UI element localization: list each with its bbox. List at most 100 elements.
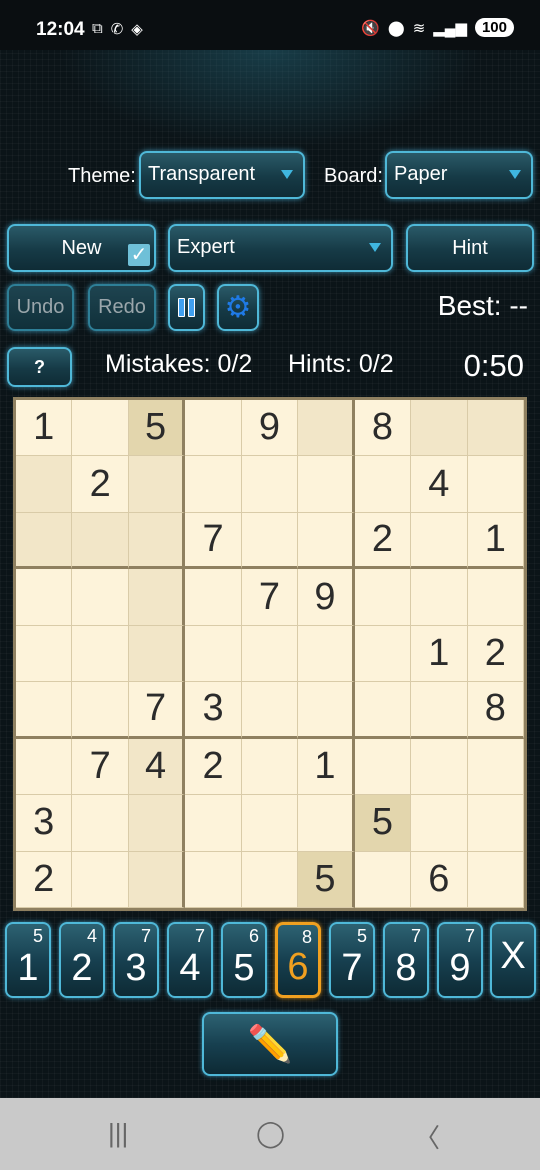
home-icon[interactable]: ◯ <box>256 1118 285 1149</box>
redo-button[interactable]: Redo <box>88 284 156 331</box>
sudoku-cell[interactable] <box>128 456 186 513</box>
sudoku-cell[interactable] <box>16 682 73 739</box>
sudoku-cell[interactable] <box>128 851 186 908</box>
pencil-mode-button[interactable]: ✏️ <box>202 1012 338 1076</box>
help-button[interactable]: ? <box>7 347 72 387</box>
sudoku-cell[interactable]: 1 <box>16 400 73 457</box>
sudoku-cell[interactable] <box>298 625 355 683</box>
sudoku-cell[interactable] <box>185 569 242 626</box>
sudoku-cell[interactable] <box>185 795 242 852</box>
sudoku-cell[interactable] <box>241 851 299 908</box>
sudoku-cell[interactable]: 2 <box>72 456 129 513</box>
sudoku-cell[interactable]: 1 <box>467 512 524 570</box>
settings-button[interactable]: ⚙ <box>217 284 259 331</box>
sudoku-cell[interactable] <box>16 569 73 626</box>
sudoku-cell[interactable] <box>72 795 129 852</box>
sudoku-cell[interactable]: 9 <box>241 400 299 457</box>
sudoku-cell[interactable] <box>16 625 73 683</box>
sudoku-cell[interactable] <box>467 456 524 513</box>
sudoku-cell[interactable] <box>411 682 468 739</box>
sudoku-cell[interactable] <box>298 795 355 852</box>
sudoku-cell[interactable] <box>72 625 129 683</box>
sudoku-cell[interactable] <box>411 569 468 626</box>
sudoku-cell[interactable]: 2 <box>185 738 242 796</box>
sudoku-cell[interactable]: 3 <box>185 682 242 739</box>
sudoku-cell[interactable]: 5 <box>354 795 412 852</box>
hint-button[interactable]: Hint <box>406 224 534 272</box>
recent-apps-icon[interactable]: ||| <box>108 1118 128 1149</box>
sudoku-cell[interactable]: 8 <box>354 400 412 457</box>
number-key-3[interactable]: 73 <box>113 922 159 998</box>
sudoku-cell[interactable] <box>467 569 524 626</box>
sudoku-cell[interactable]: 8 <box>467 682 524 739</box>
number-key-5[interactable]: 65 <box>221 922 267 998</box>
sudoku-cell[interactable] <box>241 795 299 852</box>
sudoku-cell[interactable] <box>128 795 186 852</box>
sudoku-cell[interactable]: 7 <box>185 512 242 570</box>
sudoku-cell[interactable] <box>128 512 186 570</box>
clear-key[interactable]: X <box>490 922 536 998</box>
sudoku-cell[interactable]: 3 <box>16 795 73 852</box>
sudoku-board[interactable]: 1598247217912738742135256 <box>13 397 527 911</box>
sudoku-cell[interactable] <box>467 795 524 852</box>
sudoku-cell[interactable] <box>185 625 242 683</box>
number-key-6[interactable]: 86 <box>275 922 321 998</box>
sudoku-cell[interactable] <box>185 400 242 457</box>
sudoku-cell[interactable] <box>241 682 299 739</box>
sudoku-cell[interactable] <box>354 625 412 683</box>
sudoku-cell[interactable] <box>467 851 524 908</box>
sudoku-cell[interactable]: 1 <box>411 625 468 683</box>
sudoku-cell[interactable] <box>72 400 129 457</box>
number-key-9[interactable]: 79 <box>437 922 483 998</box>
sudoku-cell[interactable] <box>411 400 468 457</box>
sudoku-cell[interactable] <box>298 512 355 570</box>
sudoku-cell[interactable]: 9 <box>298 569 355 626</box>
sudoku-cell[interactable] <box>128 625 186 683</box>
number-key-8[interactable]: 78 <box>383 922 429 998</box>
sudoku-cell[interactable] <box>354 682 412 739</box>
sudoku-cell[interactable] <box>411 512 468 570</box>
new-game-button[interactable]: New ✓ <box>7 224 156 272</box>
sudoku-cell[interactable] <box>16 456 73 513</box>
number-key-2[interactable]: 42 <box>59 922 105 998</box>
theme-dropdown[interactable]: Transparent <box>139 151 305 199</box>
pause-button[interactable] <box>168 284 205 331</box>
sudoku-cell[interactable] <box>128 569 186 626</box>
sudoku-cell[interactable]: 4 <box>128 738 186 796</box>
sudoku-cell[interactable]: 6 <box>411 851 468 908</box>
back-icon[interactable]: 〈 <box>414 1118 440 1155</box>
number-key-7[interactable]: 57 <box>329 922 375 998</box>
sudoku-cell[interactable] <box>72 569 129 626</box>
sudoku-cell[interactable] <box>241 738 299 796</box>
sudoku-cell[interactable] <box>185 456 242 513</box>
sudoku-cell[interactable]: 2 <box>467 625 524 683</box>
sudoku-cell[interactable] <box>185 851 242 908</box>
sudoku-cell[interactable] <box>354 851 412 908</box>
sudoku-cell[interactable] <box>241 512 299 570</box>
sudoku-cell[interactable] <box>467 738 524 796</box>
sudoku-cell[interactable] <box>467 400 524 457</box>
sudoku-cell[interactable] <box>354 569 412 626</box>
board-dropdown[interactable]: Paper <box>385 151 533 199</box>
sudoku-cell[interactable] <box>72 851 129 908</box>
sudoku-cell[interactable]: 2 <box>354 512 412 570</box>
difficulty-dropdown[interactable]: Expert <box>168 224 393 272</box>
number-key-1[interactable]: 51 <box>5 922 51 998</box>
sudoku-cell[interactable]: 7 <box>241 569 299 626</box>
sudoku-cell[interactable] <box>16 738 73 796</box>
sudoku-cell[interactable] <box>411 795 468 852</box>
sudoku-cell[interactable] <box>241 625 299 683</box>
sudoku-cell[interactable]: 5 <box>298 851 355 908</box>
sudoku-cell[interactable] <box>354 738 412 796</box>
sudoku-cell[interactable]: 5 <box>128 400 186 457</box>
sudoku-cell[interactable] <box>72 682 129 739</box>
sudoku-cell[interactable]: 2 <box>16 851 73 908</box>
undo-button[interactable]: Undo <box>7 284 74 331</box>
sudoku-cell[interactable] <box>411 738 468 796</box>
number-key-4[interactable]: 74 <box>167 922 213 998</box>
checkbox-icon[interactable]: ✓ <box>128 244 150 266</box>
sudoku-cell[interactable] <box>298 400 355 457</box>
sudoku-cell[interactable] <box>72 512 129 570</box>
sudoku-cell[interactable]: 1 <box>298 738 355 796</box>
sudoku-cell[interactable] <box>354 456 412 513</box>
